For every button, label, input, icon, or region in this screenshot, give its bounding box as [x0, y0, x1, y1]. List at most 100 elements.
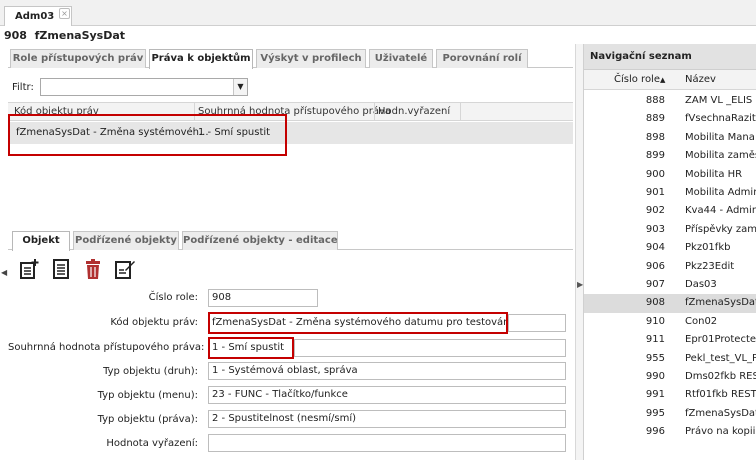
nav-item-name: Epr01Protected	[685, 334, 756, 346]
detail-tabs: Objekt Podřízené objekty Podřízené objek…	[8, 226, 573, 251]
nav-item-name: Das03	[685, 279, 717, 290]
list-item[interactable]: 889 fVsechnaRazitka	[584, 110, 756, 128]
hodnota-vyrazeni-label: Hodnota vyřazení:	[106, 438, 198, 449]
nav-header: Číslo role ▲ Název	[584, 70, 756, 90]
tab-vyskyt-v-profilech[interactable]: Výskyt v profilech	[256, 49, 366, 68]
list-item[interactable]: 901 Mobilita Admin	[584, 184, 756, 202]
typ-prava-field[interactable]: 2 - Spustitelnost (nesmí/smí)	[208, 410, 566, 428]
filter-select[interactable]: ▼	[40, 78, 248, 96]
page-title-name: fZmenaSysDat	[34, 29, 126, 42]
grid-header-divider[interactable]	[460, 103, 461, 121]
nav-item-number: 995	[645, 407, 665, 419]
delete-icon[interactable]	[82, 258, 104, 280]
list-item[interactable]: 903 Příspěvky zaměs	[584, 221, 756, 239]
document-tab[interactable]: Adm03 ×	[4, 6, 72, 26]
tab-podrizene-objekty[interactable]: Podřízené objekty	[73, 231, 179, 250]
grid-row-highlight	[8, 114, 287, 156]
tab-uzivatele[interactable]: Uživatelé	[369, 49, 433, 68]
nav-item-number: 888	[645, 95, 665, 106]
souhrnna-label: Souhrnná hodnota přístupového práva:	[8, 342, 205, 353]
panel-splitter[interactable]	[575, 44, 583, 460]
nav-item-name: Dms02fkb REST	[685, 371, 756, 382]
list-item[interactable]: 990 Dms02fkb REST	[584, 368, 756, 386]
nav-item-name: Pkz23Edit	[685, 260, 735, 272]
close-icon[interactable]: ×	[59, 8, 70, 19]
kod-objektu-field-extension[interactable]	[508, 314, 566, 332]
cislo-role-field[interactable]: 908	[208, 289, 318, 307]
tab-podrizene-objekty-editace[interactable]: Podřízené objekty - editace	[182, 231, 338, 250]
nav-item-number: 996	[645, 426, 665, 438]
nav-item-name: Pkz01fkb	[685, 242, 731, 254]
typ-prava-label: Typ objektu (práva):	[97, 414, 198, 425]
nav-item-name: Con02	[685, 315, 718, 327]
add-document-icon[interactable]	[18, 258, 40, 280]
kod-objektu-field[interactable]: fZmenaSysDat - Změna systémového datumu …	[208, 312, 508, 334]
typ-druh-field[interactable]: 1 - Systémová oblast, správa	[208, 362, 566, 380]
nav-item-name: fZmenaSysDat	[685, 407, 756, 419]
filter-label: Filtr:	[12, 82, 34, 93]
nav-item-name: Příspěvky zaměs	[685, 223, 756, 235]
edit-icon[interactable]	[114, 258, 136, 280]
tab-porovnani-roli[interactable]: Porovnání rolí	[436, 49, 528, 68]
grid-header-divider[interactable]	[374, 103, 375, 121]
nav-item-number: 901	[645, 187, 665, 198]
document-tab-label: Adm03	[15, 11, 55, 22]
list-item[interactable]: 899 Mobilita zaměstn	[584, 147, 756, 165]
tab-role-pristupovych-prav[interactable]: Role přístupových práv	[10, 49, 146, 68]
sort-ascending-icon[interactable]: ▲	[660, 76, 665, 84]
list-item[interactable]: 996 Právo na kopii E	[584, 423, 756, 441]
list-item[interactable]: 902 Kva44 - Admin	[584, 202, 756, 220]
collapse-left-arrow-icon[interactable]: ◀	[1, 268, 7, 277]
list-item[interactable]: 955 Pekl_test_VL_PR	[584, 350, 756, 368]
list-item[interactable]: 995 fZmenaSysDat	[584, 405, 756, 423]
list-item[interactable]: 900 Mobilita HR	[584, 166, 756, 184]
tab-prava-k-objektum[interactable]: Práva k objektům	[149, 49, 253, 69]
nav-item-number: 908	[645, 297, 665, 309]
typ-menu-label: Typ objektu (menu):	[97, 390, 198, 401]
list-item[interactable]: 991 Rtf01fkb REST	[584, 386, 756, 404]
nav-item-number: 902	[645, 205, 665, 217]
nav-item-name: Právo na kopii E	[685, 426, 756, 438]
nav-item-number: 991	[645, 389, 665, 401]
list-item[interactable]: 908 fZmenaSysDat	[584, 294, 756, 313]
typ-menu-field[interactable]: 23 - FUNC - Tlačítko/funkce	[208, 386, 566, 404]
page-title: 908 fZmenaSysDat	[4, 29, 125, 42]
nav-item-number: 903	[645, 223, 665, 235]
nav-title: Navigační seznam	[584, 44, 756, 70]
list-item[interactable]: 906 Pkz23Edit	[584, 258, 756, 276]
nav-item-number: 955	[645, 352, 665, 364]
typ-druh-label: Typ objektu (druh):	[103, 366, 198, 377]
nav-item-number: 900	[645, 168, 665, 180]
souhrnna-field[interactable]: 1 - Smí spustit	[208, 337, 294, 359]
list-item[interactable]: 904 Pkz01fkb	[584, 239, 756, 257]
main-tabs: Role přístupových práv Práva k objektům …	[8, 44, 573, 69]
nav-item-number: 898	[645, 131, 665, 143]
nav-col-name[interactable]: Název	[685, 74, 716, 85]
kod-objektu-label: Kód objektu práv:	[110, 317, 198, 328]
tab-objekt[interactable]: Objekt	[12, 231, 70, 251]
nav-item-name: fZmenaSysDat	[685, 297, 756, 309]
souhrnna-field-extension[interactable]	[294, 339, 566, 357]
list-item[interactable]: 907 Das03	[584, 276, 756, 294]
nav-item-number: 907	[645, 279, 665, 290]
list-item[interactable]: 888 ZAM VL _ELIS	[584, 92, 756, 110]
list-item[interactable]: 910 Con02	[584, 313, 756, 331]
list-item[interactable]: 898 Mobilita Mana	[584, 129, 756, 147]
hodnota-vyrazeni-field[interactable]	[208, 434, 566, 452]
document-icon[interactable]	[50, 258, 72, 280]
nav-item-name: Pekl_test_VL_PR	[685, 352, 756, 364]
navigation-panel: Navigační seznam Číslo role ▲ Název 888 Z…	[583, 44, 756, 460]
nav-item-number: 911	[645, 334, 665, 346]
nav-item-number: 906	[645, 260, 665, 272]
grid-header-vyrazeni[interactable]: Hodn.vyřazení	[378, 106, 450, 117]
nav-item-name: Mobilita Admin	[685, 187, 756, 198]
chevron-down-icon[interactable]: ▼	[233, 79, 247, 95]
cislo-role-label: Číslo role:	[148, 292, 198, 303]
page-title-id: 908	[4, 29, 27, 42]
nav-item-number: 889	[645, 113, 665, 125]
nav-item-number: 990	[645, 371, 665, 382]
list-item[interactable]: 911 Epr01Protected	[584, 331, 756, 349]
nav-item-number: 910	[645, 315, 665, 327]
nav-col-num[interactable]: Číslo role	[614, 74, 660, 85]
nav-item-name: fVsechnaRazitka	[685, 113, 756, 125]
